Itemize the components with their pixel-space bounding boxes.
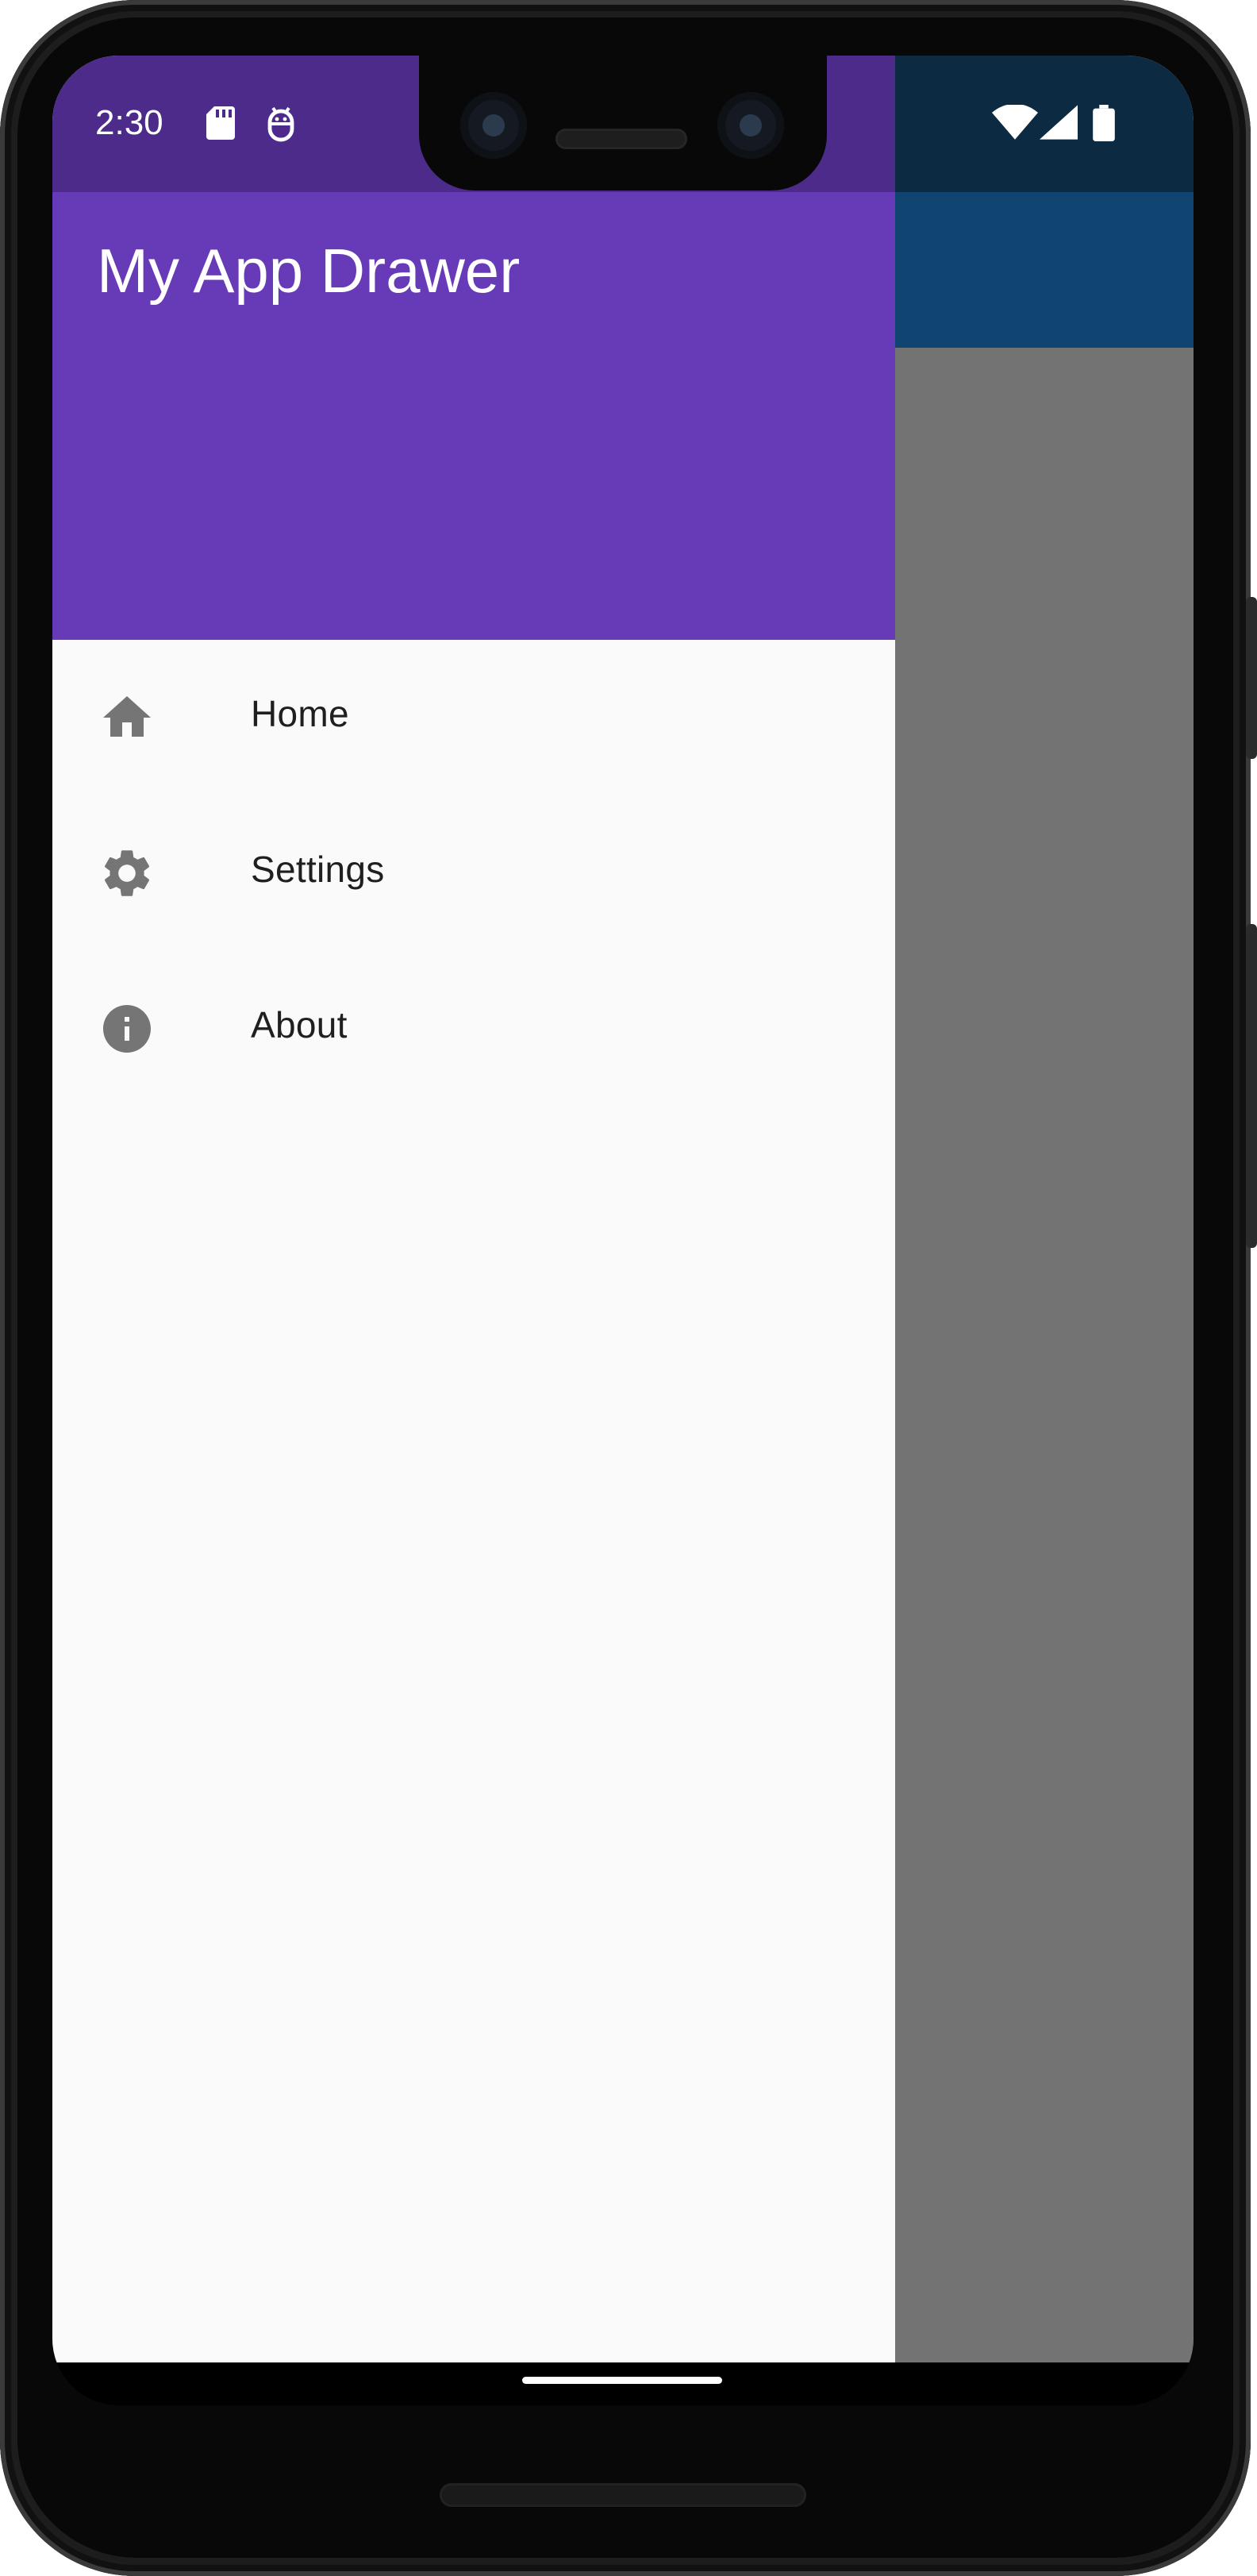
drawer-list: Home Settings About	[52, 640, 895, 1107]
device-frame: My App Drawer Home Settings About 2:30	[0, 0, 1257, 2576]
android-debug-icon	[267, 106, 294, 142]
info-icon	[103, 1005, 151, 1053]
sd-card-icon	[206, 106, 235, 140]
drawer-item-label: About	[251, 1004, 348, 1045]
drawer-item-label: Settings	[251, 849, 385, 890]
home-icon	[103, 696, 151, 737]
navigation-drawer: My App Drawer Home Settings About	[52, 56, 895, 2362]
cell-signal-icon	[1040, 105, 1078, 140]
drawer-item-label: Home	[251, 693, 349, 734]
gear-icon	[104, 850, 150, 896]
front-camera-right	[717, 92, 784, 159]
gesture-handle[interactable]	[522, 2377, 722, 2384]
power-button	[1246, 597, 1257, 759]
earpiece-speaker	[555, 129, 687, 149]
drawer-title: My App Drawer	[97, 236, 521, 306]
status-time: 2:30	[95, 103, 163, 142]
drawer-item-about[interactable]: About	[52, 951, 895, 1107]
drawer-item-home[interactable]: Home	[52, 640, 895, 795]
battery-icon	[1093, 105, 1115, 141]
front-camera-left	[460, 92, 527, 159]
navigation-bar	[52, 2362, 1194, 2405]
screen: My App Drawer Home Settings About 2:30	[52, 56, 1194, 2405]
drawer-item-settings[interactable]: Settings	[52, 795, 895, 951]
volume-button	[1246, 924, 1257, 1248]
bottom-speaker-grille	[440, 2483, 806, 2507]
wifi-icon	[992, 105, 1038, 140]
